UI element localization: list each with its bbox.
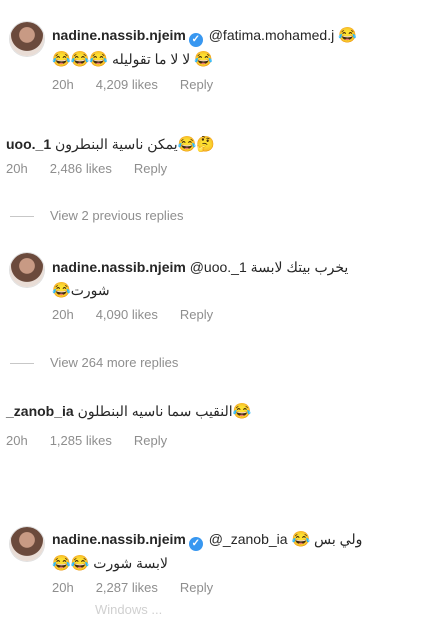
username[interactable]: nadine.nassib.njeim: [52, 259, 186, 275]
mention-link[interactable]: @fatima.mohamed.j: [209, 27, 334, 43]
laugh-emoji-icon: 😂: [52, 51, 71, 68]
comment-line-2: 😂😂😂 لا لا ما تقوليله 😂: [52, 50, 213, 69]
reply-button[interactable]: Reply: [134, 161, 167, 176]
thinking-emoji-icon: 🤔: [196, 136, 216, 153]
comments-panel: nadine.nassib.njeim ✓ @fatima.mohamed.j 😂…: [0, 0, 421, 617]
like-count[interactable]: 4,090 likes: [96, 307, 158, 322]
comment-meta: 20h 1,285 likes Reply: [6, 433, 189, 448]
laugh-emoji-icon: 😂: [194, 51, 213, 68]
reply-button[interactable]: Reply: [180, 580, 213, 595]
laugh-emoji-icon: 😂: [89, 51, 109, 68]
laugh-emoji-icon: 😂: [52, 555, 71, 572]
view-previous-replies-button[interactable]: View 2 previous replies: [10, 208, 183, 223]
username[interactable]: nadine.nassib.njeim: [52, 531, 186, 547]
username[interactable]: _zanob_ia: [6, 403, 74, 419]
avatar[interactable]: [10, 527, 44, 561]
comment-text: يخرب بيتك لابسة: [250, 259, 349, 275]
like-count[interactable]: 2,486 likes: [50, 161, 112, 176]
laugh-emoji-icon: 😂: [232, 403, 252, 420]
comment-line-2: 😂😂 لابسة شورت: [52, 554, 168, 573]
comment-text: ولي بس: [314, 531, 363, 547]
reply-button[interactable]: Reply: [134, 433, 167, 448]
comment-meta: 20h 2,287 likes Reply: [52, 580, 235, 595]
verified-icon: ✓: [188, 537, 203, 551]
comment-meta: 20h 4,090 likes Reply: [52, 307, 235, 322]
laugh-emoji-icon: 😂: [291, 531, 311, 548]
comment-text: النقيب سما ناسيه البنطلون: [77, 403, 233, 419]
comment-meta: 20h 2,486 likes Reply: [6, 161, 189, 176]
comment-line: nadine.nassib.njeim ✓ @fatima.mohamed.j 😂: [52, 26, 357, 47]
username[interactable]: uoo._1: [6, 136, 51, 152]
avatar[interactable]: [10, 253, 44, 287]
mention-link[interactable]: @_zanob_ia: [209, 531, 288, 547]
timestamp: 20h: [6, 161, 28, 176]
comment-line: nadine.nassib.njeim ✓ @_zanob_ia 😂 ولي بس: [52, 530, 362, 551]
comment-line: nadine.nassib.njeim @uoo._1 يخرب بيتك لا…: [52, 258, 348, 276]
like-count[interactable]: 2,287 likes: [96, 580, 158, 595]
timestamp: 20h: [52, 307, 74, 322]
comment-line: _zanob_ia النقيب سما ناسيه البنطلون😂: [6, 402, 251, 421]
like-count[interactable]: 1,285 likes: [50, 433, 112, 448]
avatar[interactable]: [10, 22, 44, 56]
reply-button[interactable]: Reply: [180, 307, 213, 322]
verified-icon: ✓: [188, 33, 203, 47]
comment-line: uoo._1 يمكن ناسية البنطرون😂🤔: [6, 135, 215, 154]
comment-text-2: لابسة شورت: [93, 555, 168, 571]
mention-link[interactable]: @uoo._1: [190, 259, 247, 275]
view-more-replies-button[interactable]: View 264 more replies: [10, 355, 178, 370]
timestamp: 20h: [52, 77, 74, 92]
laugh-emoji-icon: 😂: [52, 282, 71, 299]
timestamp: 20h: [6, 433, 28, 448]
laugh-emoji-icon: 😂: [177, 136, 197, 153]
timestamp: 20h: [52, 580, 74, 595]
comment-meta: 20h 4,209 likes Reply: [52, 77, 235, 92]
username[interactable]: nadine.nassib.njeim: [52, 27, 186, 43]
laugh-emoji-icon: 😂: [70, 555, 90, 572]
laugh-emoji-icon: 😂: [338, 27, 357, 44]
like-count[interactable]: 4,209 likes: [96, 77, 158, 92]
reply-button[interactable]: Reply: [180, 77, 213, 92]
comment-line-2: 😂شورت: [52, 281, 110, 300]
laugh-emoji-icon: 😂: [70, 51, 90, 68]
comment-text: لا لا ما تقوليله: [111, 51, 191, 67]
comment-text-2: شورت: [70, 282, 110, 298]
comment-text: يمكن ناسية البنطرون: [55, 136, 178, 152]
